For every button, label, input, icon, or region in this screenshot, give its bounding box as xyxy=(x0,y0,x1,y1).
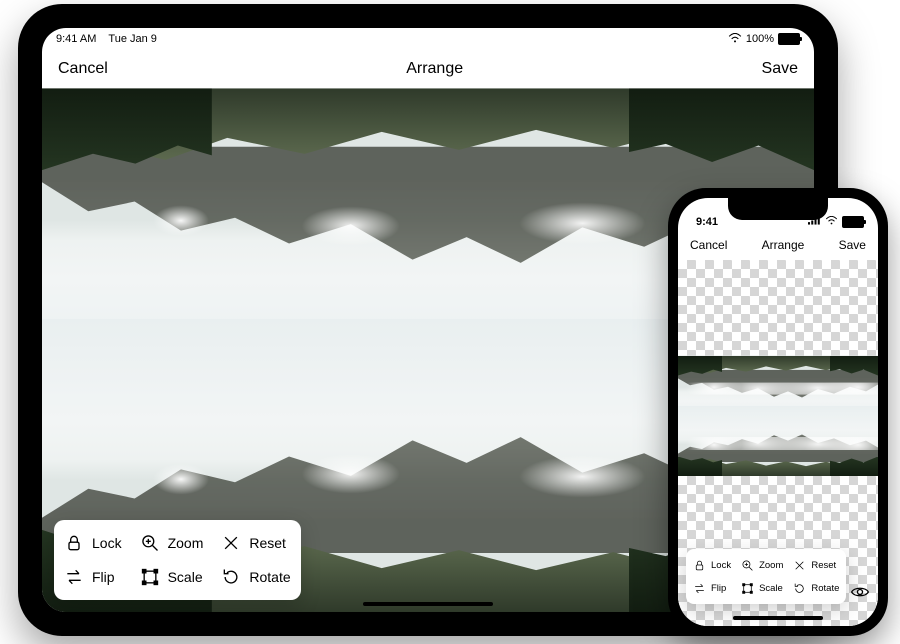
wifi-icon xyxy=(825,216,838,228)
ipad-nav-bar: Cancel Arrange Save xyxy=(42,50,814,88)
bounding-box-icon xyxy=(741,582,754,595)
magnifier-plus-icon xyxy=(741,559,754,572)
tool-zoom[interactable]: Zoom xyxy=(140,528,204,558)
eye-icon xyxy=(850,589,870,606)
x-icon xyxy=(221,533,241,553)
x-icon xyxy=(793,559,806,572)
swap-horizontal-icon xyxy=(693,582,706,595)
tool-scale[interactable]: Scale xyxy=(741,577,783,599)
ipad-status-time: 9:41 AM xyxy=(56,33,96,45)
tool-reset-label: Reset xyxy=(249,535,286,551)
tool-zoom[interactable]: Zoom xyxy=(741,554,783,576)
cancel-button[interactable]: Cancel xyxy=(690,238,727,252)
tool-scale-label: Scale xyxy=(168,569,203,585)
magnifier-plus-icon xyxy=(140,533,160,553)
battery-icon xyxy=(778,33,800,45)
ipad-status-time-date: 9:41 AM Tue Jan 9 xyxy=(56,33,157,45)
iphone-nav-bar: Cancel Arrange Save xyxy=(678,230,878,260)
tool-reset[interactable]: Reset xyxy=(221,528,290,558)
battery-icon xyxy=(842,216,864,228)
save-button[interactable]: Save xyxy=(762,60,798,78)
tool-lock[interactable]: Lock xyxy=(64,528,122,558)
preview-eye-button[interactable] xyxy=(850,582,870,602)
tool-flip[interactable]: Flip xyxy=(693,577,731,599)
tool-lock-label: Lock xyxy=(711,560,731,571)
battery-percent-label: 100% xyxy=(746,33,774,45)
mirrored-mountain-image[interactable] xyxy=(678,356,878,476)
tool-flip-label: Flip xyxy=(92,569,115,585)
iphone-status-time: 9:41 xyxy=(696,216,718,228)
iphone-arrange-canvas[interactable]: Lock Zoom Reset xyxy=(678,260,878,626)
lock-icon xyxy=(64,533,84,553)
iphone-device-frame: 9:41 Cancel Arrange Save xyxy=(668,188,888,636)
home-indicator[interactable] xyxy=(733,616,823,620)
lock-icon xyxy=(693,559,706,572)
rotate-icon xyxy=(793,582,806,595)
iphone-screen: 9:41 Cancel Arrange Save xyxy=(678,198,878,626)
home-indicator[interactable] xyxy=(363,602,493,606)
tool-flip-label: Flip xyxy=(711,583,726,594)
tool-rotate[interactable]: Rotate xyxy=(793,577,839,599)
page-title: Arrange xyxy=(762,238,805,252)
tool-panel: Lock Zoom Reset xyxy=(686,549,846,604)
bounding-box-icon xyxy=(140,567,160,587)
tool-lock-label: Lock xyxy=(92,535,122,551)
save-button[interactable]: Save xyxy=(839,238,866,252)
rotate-icon xyxy=(221,567,241,587)
cancel-button[interactable]: Cancel xyxy=(58,60,108,78)
tool-reset[interactable]: Reset xyxy=(793,554,839,576)
tool-reset-label: Reset xyxy=(811,560,836,571)
tool-panel: Lock Zoom Reset xyxy=(54,520,301,600)
wifi-icon xyxy=(728,33,742,46)
page-title: Arrange xyxy=(406,60,463,78)
tool-rotate-label: Rotate xyxy=(249,569,290,585)
tool-zoom-label: Zoom xyxy=(759,560,783,571)
ipad-status-bar: 9:41 AM Tue Jan 9 100% xyxy=(42,28,814,50)
swap-horizontal-icon xyxy=(64,567,84,587)
iphone-status-bar: 9:41 xyxy=(678,198,878,230)
tool-lock[interactable]: Lock xyxy=(693,554,731,576)
tool-rotate-label: Rotate xyxy=(811,583,839,594)
tool-rotate[interactable]: Rotate xyxy=(221,562,290,592)
tool-scale[interactable]: Scale xyxy=(140,562,204,592)
ipad-status-date: Tue Jan 9 xyxy=(108,33,157,45)
tool-flip[interactable]: Flip xyxy=(64,562,122,592)
tool-scale-label: Scale xyxy=(759,583,783,594)
cellular-signal-icon xyxy=(808,216,821,228)
tool-zoom-label: Zoom xyxy=(168,535,204,551)
